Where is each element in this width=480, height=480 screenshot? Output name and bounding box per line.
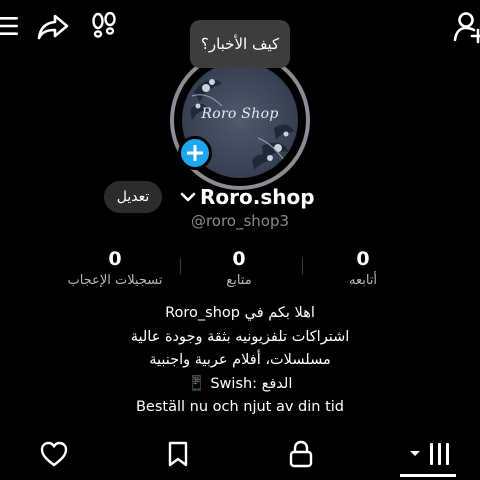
lock-icon [289,440,313,468]
bio-line: Beställ nu och njut av din tid [135,399,345,415]
footprints-icon [92,12,116,38]
likes-count: 0 [108,248,122,270]
account-name: Roro.shop [200,185,315,209]
following-count: 0 [232,248,246,270]
bio-line: الدفع :Swish 📱 [187,375,293,392]
bio-line: اشتراكات تلفزيونيه بثقة وجودة عالية [130,328,350,345]
heart-icon [40,441,68,467]
add-friends-button[interactable] [452,10,480,44]
likes-label: تسجيلات الإعجاب [67,273,163,288]
stat-likes[interactable]: 0 تسجيلات الإعجاب [50,246,180,290]
stat-following[interactable]: 0 متابع [174,246,304,290]
share-profile-button[interactable] [36,11,70,43]
followers-count: 0 [356,248,370,270]
plus-icon [187,145,203,161]
account-switcher[interactable]: Roro.shop [180,181,315,213]
tab-private[interactable] [271,436,331,472]
username: @roro_shop3 [190,212,290,230]
active-tab-indicator [400,474,456,477]
add-user-icon [453,12,480,44]
profile-views-button[interactable] [88,10,120,42]
status-bubble[interactable]: كيف الأخبار؟ [190,20,290,68]
menu-button[interactable] [0,10,24,42]
bio-line: اهلا بكم في Roro_shop [165,305,315,321]
stat-followers[interactable]: 0 أتابعه [298,246,428,290]
bookmark-icon [168,441,188,467]
chevron-down-icon [180,192,196,202]
tab-liked[interactable] [24,436,84,472]
profile-bio: اهلا بكم في Roro_shop اشتراكات تلفزيونيه… [0,302,480,420]
bio-line: مسلسلات، أفلام عربية واجنبية [149,352,331,368]
share-icon [37,14,69,40]
followers-label: أتابعه [348,273,378,288]
avatar-logo-text: Roro Shop [201,106,279,122]
edit-profile-button[interactable]: تعديل [104,181,162,213]
following-label: متابع [226,273,252,288]
tab-videos[interactable] [400,436,460,472]
add-story-button[interactable] [178,136,212,170]
grid-icon [410,443,449,465]
menu-icon [0,17,18,35]
tab-saved[interactable] [148,436,208,472]
